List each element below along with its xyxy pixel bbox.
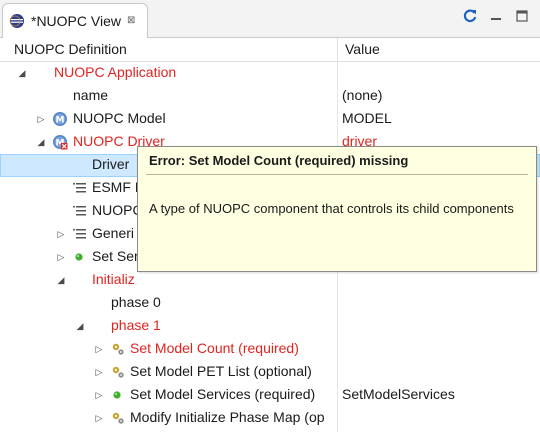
close-icon[interactable]: ⊠ <box>127 16 137 26</box>
tooltip-title: Error: Set Model Count (required) missin… <box>149 153 409 168</box>
maximize-icon[interactable] <box>514 8 530 24</box>
green-dot-icon <box>113 391 121 399</box>
minimize-icon[interactable] <box>488 8 504 24</box>
list-item-icon <box>73 205 86 216</box>
column-header-value[interactable]: Value <box>345 41 380 57</box>
refresh-icon[interactable] <box>462 8 478 24</box>
model-component-icon: M <box>53 112 67 126</box>
collapse-arrow-icon[interactable]: ◢ <box>75 321 85 331</box>
error-tooltip: Error: Set Model Count (required) missin… <box>137 146 537 272</box>
expand-arrow-icon[interactable]: ▷ <box>94 413 104 423</box>
gear-spec-icon <box>112 366 124 378</box>
expand-arrow-icon[interactable]: ▷ <box>94 344 104 354</box>
green-dot-icon <box>75 253 83 261</box>
expand-arrow-icon[interactable]: ▷ <box>94 367 104 377</box>
column-header: NUOPC Definition Value <box>0 38 540 62</box>
list-item-icon <box>73 228 86 239</box>
tab-title: *NUOPC View <box>31 13 121 29</box>
tree-row-label: Set Model Count (required) <box>130 340 299 356</box>
gear-spec-icon <box>112 343 124 355</box>
tree-row-set-model-pet-list[interactable]: ▷ Set Model PET List (optional) <box>0 361 540 384</box>
tree-row-modify-initialize-phase-map[interactable]: ▷ Modify Initialize Phase Map (op <box>0 407 540 430</box>
tree-row-label: Set Ser <box>92 248 139 264</box>
collapse-arrow-icon[interactable]: ◢ <box>36 137 46 147</box>
tree-row-label: NUOPC Application <box>54 64 177 80</box>
expand-arrow-icon[interactable]: ▷ <box>56 252 66 262</box>
view-tab-bar: *NUOPC View ⊠ <box>0 0 540 38</box>
svg-text:M: M <box>56 116 65 126</box>
tree-row-value: SetModelServices <box>342 386 455 402</box>
tree-row-label: Set Model PET List (optional) <box>130 363 312 379</box>
tree-row-label: Set Model Services (required) <box>130 386 316 402</box>
tree-row-value: MODEL <box>342 110 392 126</box>
tree-row-label: Initializ <box>92 271 135 287</box>
tooltip-divider <box>146 174 528 175</box>
tab-nuopc-view[interactable]: *NUOPC View ⊠ <box>2 3 148 38</box>
tree-row-phase-1[interactable]: ◢ phase 1 <box>0 315 540 338</box>
tree-row-phase-0[interactable]: phase 0 <box>0 292 540 315</box>
gear-spec-icon <box>112 412 124 424</box>
tooltip-body: A type of NUOPC component that controls … <box>149 201 514 216</box>
tree-row-label: NUOPC Model <box>73 110 166 126</box>
tree-row-label: name <box>73 87 109 103</box>
tree-row-label: Driver <box>92 156 130 172</box>
expand-arrow-icon[interactable]: ▷ <box>56 229 66 239</box>
tree-row-label: Modify Initialize Phase Map (op <box>130 409 325 425</box>
tree-row-label: NUOPC <box>92 202 143 218</box>
column-divider[interactable] <box>337 38 338 62</box>
eclipse-view-icon <box>9 14 24 28</box>
tree-row-nuopc-application[interactable]: ◢ NUOPC Application <box>0 62 540 85</box>
tree-row-name[interactable]: name (none) <box>0 85 540 108</box>
expand-arrow-icon[interactable]: ▷ <box>36 114 46 124</box>
tree-row-initialize[interactable]: ◢ Initializ <box>0 269 540 292</box>
tree-row-set-model-count[interactable]: ▷ Set Model Count (required) <box>0 338 540 361</box>
tree-row-label: ESMF I <box>92 179 139 195</box>
list-item-icon <box>73 182 86 193</box>
tree-row-value: (none) <box>342 87 383 103</box>
tree-row-set-model-services[interactable]: ▷ Set Model Services (required) SetModel… <box>0 384 540 407</box>
driver-component-error-icon: M <box>53 135 68 150</box>
collapse-arrow-icon[interactable]: ◢ <box>56 275 66 285</box>
column-header-definition[interactable]: NUOPC Definition <box>14 41 127 57</box>
tree-row-label: phase 0 <box>111 294 161 310</box>
collapse-arrow-icon[interactable]: ◢ <box>17 68 27 78</box>
tree-row-nuopc-model[interactable]: ▷ M NUOPC Model MODEL <box>0 108 540 131</box>
tree-row-label: phase 1 <box>111 317 161 333</box>
expand-arrow-icon[interactable]: ▷ <box>94 390 104 400</box>
tree-row-label: Generi <box>92 225 135 241</box>
view-toolbar <box>462 8 530 24</box>
